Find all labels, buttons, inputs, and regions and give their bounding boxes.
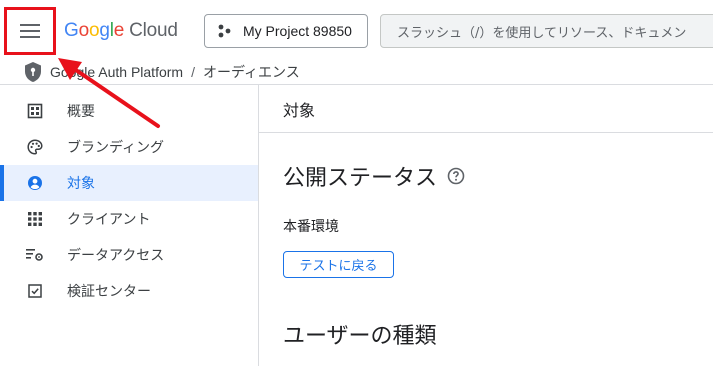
header-divider bbox=[0, 84, 713, 85]
hamburger-menu-icon bbox=[20, 24, 40, 38]
breadcrumb-product-link[interactable]: Google Auth Platform bbox=[50, 64, 183, 80]
environment-label: 本番環境 bbox=[283, 219, 339, 235]
sidebar-item-label: データアクセス bbox=[67, 248, 165, 264]
sidebar-nav: 概要 ブランディング 対象 クライアント データアクセス 検証センター bbox=[0, 93, 258, 309]
breadcrumb: Google Auth Platform / オーディエンス bbox=[24, 60, 713, 84]
account-circle-icon bbox=[26, 174, 44, 192]
dashboard-icon bbox=[26, 102, 44, 120]
user-type-heading: ユーザーの種類 bbox=[283, 324, 437, 349]
help-icon[interactable] bbox=[447, 167, 465, 185]
sidebar-item-label: 概要 bbox=[67, 104, 95, 120]
project-hierarchy-icon bbox=[218, 24, 231, 38]
sidebar-item-label: クライアント bbox=[67, 212, 151, 228]
palette-icon bbox=[26, 138, 44, 156]
publishing-status-heading: 公開ステータス bbox=[283, 160, 465, 192]
sidebar-divider bbox=[258, 85, 259, 366]
verified-checkbox-icon bbox=[26, 282, 44, 300]
apps-grid-icon bbox=[26, 210, 44, 228]
data-settings-icon bbox=[26, 246, 44, 264]
sidebar-item-label: 検証センター bbox=[67, 284, 151, 300]
sidebar-item-branding[interactable]: ブランディング bbox=[0, 129, 258, 165]
top-bar: Google Cloud My Project 89850 スラッシュ（/）を使用… bbox=[0, 0, 713, 60]
sidebar-item-verification-center[interactable]: 検証センター bbox=[0, 273, 258, 309]
project-name: My Project 89850 bbox=[243, 23, 352, 39]
sidebar-item-data-access[interactable]: データアクセス bbox=[0, 237, 258, 273]
sidebar-item-audience[interactable]: 対象 bbox=[0, 165, 258, 201]
sidebar-item-clients[interactable]: クライアント bbox=[0, 201, 258, 237]
sidebar-item-overview[interactable]: 概要 bbox=[0, 93, 258, 129]
shield-lock-icon bbox=[25, 62, 41, 82]
search-input[interactable]: スラッシュ（/）を使用してリソース、ドキュメン bbox=[380, 14, 713, 48]
breadcrumb-separator: / bbox=[191, 64, 195, 80]
project-picker-button[interactable]: My Project 89850 bbox=[204, 14, 368, 48]
back-to-testing-button[interactable]: テストに戻る bbox=[283, 251, 394, 278]
sidebar-item-label: ブランディング bbox=[67, 140, 165, 156]
sidebar-item-label: 対象 bbox=[67, 176, 95, 192]
title-divider bbox=[259, 132, 713, 133]
publishing-status-heading-text: 公開ステータス bbox=[283, 166, 438, 191]
search-placeholder: スラッシュ（/）を使用してリソース、ドキュメン bbox=[397, 25, 687, 41]
google-cloud-logo[interactable]: Google Cloud bbox=[64, 20, 178, 42]
navigation-menu-button[interactable] bbox=[8, 11, 52, 51]
breadcrumb-current-page: オーディエンス bbox=[202, 64, 300, 80]
page-title: 対象 bbox=[283, 101, 316, 120]
